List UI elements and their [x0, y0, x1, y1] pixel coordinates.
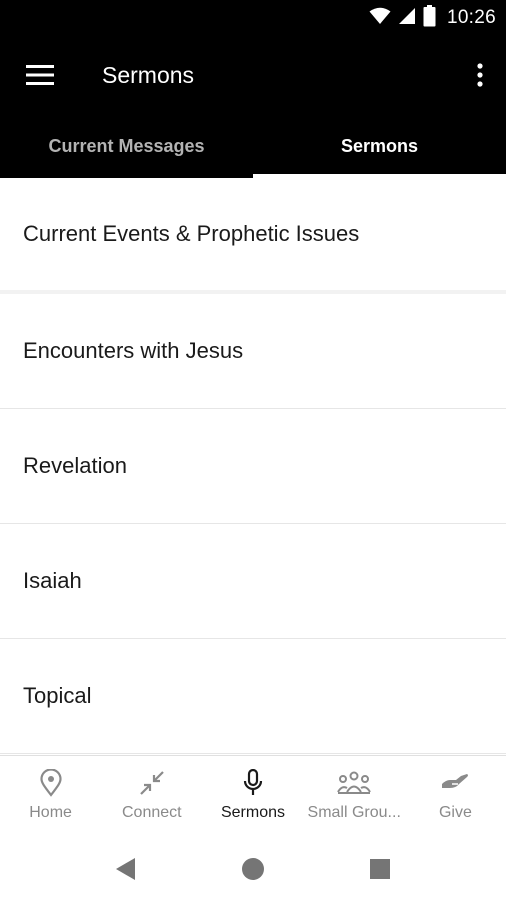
sermon-series-list: Current Events & Prophetic Issues Encoun…	[0, 178, 506, 754]
arrows-inward-icon	[139, 768, 165, 798]
battery-icon	[423, 4, 436, 32]
back-triangle-icon[interactable]	[112, 855, 140, 883]
status-bar: 10:26	[0, 0, 506, 36]
wifi-icon	[369, 7, 391, 30]
app-bar: Sermons	[0, 36, 506, 114]
list-item[interactable]: Topical	[0, 639, 506, 754]
nav-label-connect: Connect	[122, 804, 182, 821]
signal-icon	[398, 7, 416, 30]
system-navigation-bar	[0, 837, 506, 900]
nav-item-give[interactable]: Give	[405, 756, 506, 837]
nav-item-small-groups[interactable]: Small Grou...	[304, 756, 405, 837]
recents-square-icon[interactable]	[366, 855, 394, 883]
nav-item-home[interactable]: Home	[0, 756, 101, 837]
more-vertical-icon[interactable]	[468, 57, 492, 93]
tab-bar: Current Messages Sermons	[0, 114, 506, 178]
nav-label-home: Home	[29, 804, 72, 821]
list-item[interactable]: Isaiah	[0, 524, 506, 639]
location-pin-icon	[39, 768, 63, 798]
list-item[interactable]: Current Events & Prophetic Issues	[0, 178, 506, 294]
group-icon	[337, 768, 372, 798]
bottom-navigation: Home Connect Sermons Small Grou... Give	[0, 755, 506, 837]
nav-item-sermons[interactable]: Sermons	[202, 756, 303, 837]
list-item[interactable]: Revelation	[0, 409, 506, 524]
nav-label-give: Give	[438, 804, 472, 821]
home-circle-icon[interactable]	[239, 855, 267, 883]
hand-give-icon	[440, 768, 470, 798]
tab-sermons[interactable]: Sermons	[253, 114, 506, 178]
hamburger-menu-icon[interactable]	[20, 57, 60, 93]
microphone-icon	[242, 768, 264, 798]
tab-current-messages[interactable]: Current Messages	[0, 114, 253, 178]
status-time: 10:26	[446, 7, 496, 28]
nav-label-small-groups: Small Grou...	[307, 804, 401, 821]
list-item[interactable]: Encounters with Jesus	[0, 294, 506, 409]
page-title: Sermons	[102, 62, 195, 88]
nav-label-sermons: Sermons	[220, 804, 286, 821]
nav-item-connect[interactable]: Connect	[101, 756, 202, 837]
status-icons: 10:26	[369, 4, 496, 32]
